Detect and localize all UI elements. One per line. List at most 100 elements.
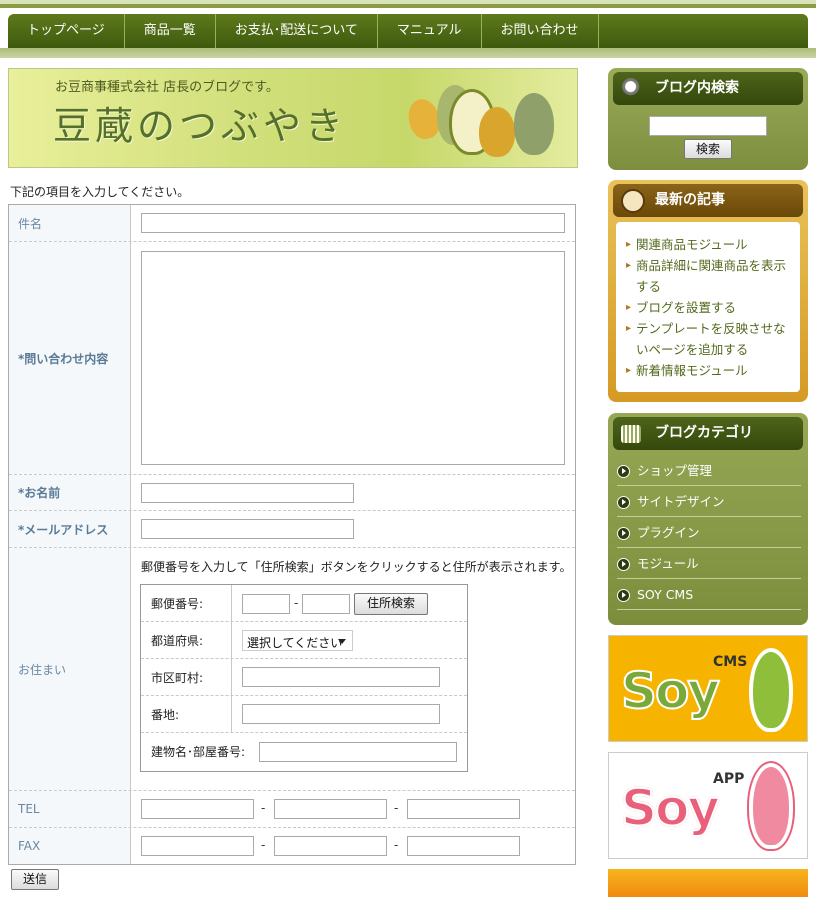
subject-label: 件名	[9, 205, 131, 241]
main-nav: トップページ 商品一覧 お支払･配送について マニュアル お問い合わせ	[8, 14, 808, 48]
blog-search-panel: ブログ内検索 検索	[608, 68, 808, 170]
city-input[interactable]	[242, 667, 440, 687]
city-label: 市区町村:	[141, 659, 232, 695]
recent-post-link[interactable]: テンプレートを反映させないページを追加する	[626, 318, 794, 360]
tel-separator: -	[394, 801, 399, 815]
name-row: *お名前	[9, 475, 575, 511]
fax-row: FAX - -	[9, 828, 575, 864]
form-intro: 下記の項目を入力してください。	[10, 185, 190, 199]
blog-category-title: ブログカテゴリ	[613, 417, 803, 450]
tel-row: TEL - -	[9, 791, 575, 828]
recent-posts-list: 関連商品モジュール 商品詳細に関連商品を表示する ブログを設置する テンプレート…	[616, 222, 800, 392]
soy-app-logo-text: Soy	[620, 778, 721, 838]
name-label: *お名前	[9, 475, 131, 510]
subject-row: 件名	[9, 205, 575, 242]
blog-search-input[interactable]	[649, 116, 767, 136]
recent-posts-panel: 最新の記事 関連商品モジュール 商品詳細に関連商品を表示する ブログを設置する …	[608, 180, 808, 402]
message-label: *問い合わせ内容	[9, 242, 131, 474]
category-link[interactable]: ショップ管理	[617, 455, 801, 486]
recent-posts-title-text: 最新の記事	[655, 192, 725, 208]
tel-label: TEL	[9, 791, 131, 827]
street-row: 番地:	[141, 696, 467, 733]
soy-bean-logo-icon	[749, 763, 793, 849]
recent-post-link[interactable]: 新着情報モジュール	[626, 360, 794, 381]
address-label: お住まい	[9, 548, 131, 790]
building-label: 建物名･部屋番号:	[151, 745, 246, 759]
soy-bean-logo-icon	[749, 648, 793, 732]
zip-first-input[interactable]	[242, 594, 290, 614]
blog-category-panel: ブログカテゴリ ショップ管理 サイトデザイン プラグイン モジュール SOY C…	[608, 413, 808, 625]
nav-underline	[0, 48, 816, 58]
prefecture-row: 都道府県: 選択してください	[141, 622, 467, 659]
address-note: 郵便番号を入力して「住所検索」ボタンをクリックすると住所が表示されます。	[141, 560, 572, 574]
bean-mascot-icon	[514, 93, 554, 155]
nav-item-products[interactable]: 商品一覧	[125, 14, 216, 48]
banner-subtitle: お豆商事種式会社 店長のブログです。	[55, 80, 279, 95]
fax-separator: -	[261, 838, 266, 852]
nav-item-top[interactable]: トップページ	[8, 14, 125, 48]
soy-cms-logo-text: Soy	[620, 661, 721, 721]
tel-part1-input[interactable]	[141, 799, 254, 819]
recent-post-link[interactable]: 関連商品モジュール	[626, 234, 794, 255]
magnifier-icon	[621, 77, 645, 101]
prefecture-label: 都道府県:	[141, 622, 232, 658]
nav-item-payment-shipping[interactable]: お支払･配送について	[216, 14, 378, 48]
submit-button[interactable]: 送信	[11, 869, 59, 890]
message-row: *問い合わせ内容	[9, 242, 575, 475]
prefecture-select[interactable]: 選択してください	[242, 630, 353, 651]
building-input[interactable]	[259, 742, 457, 762]
zip-search-button[interactable]: 住所検索	[354, 593, 428, 615]
banner-title: 豆蔵のつぶやき	[53, 104, 348, 148]
fax-part3-input[interactable]	[407, 836, 520, 856]
email-row: *メールアドレス	[9, 511, 575, 548]
recent-post-link[interactable]: ブログを設置する	[626, 297, 794, 318]
zip-label: 郵便番号:	[141, 585, 232, 621]
soy-app-banner[interactable]: Soy APP	[608, 752, 808, 859]
soy-cms-tag: CMS	[713, 654, 748, 670]
name-input[interactable]	[141, 483, 354, 503]
category-link[interactable]: SOY CMS	[617, 579, 801, 610]
prefecture-select-value: 選択してください	[247, 636, 343, 650]
blog-search-button[interactable]: 検索	[684, 139, 732, 159]
address-row: お住まい 郵便番号を入力して「住所検索」ボタンをクリックすると住所が表示されます…	[9, 548, 575, 791]
blog-category-title-text: ブログカテゴリ	[655, 425, 753, 441]
chevron-down-icon	[338, 639, 346, 644]
street-label: 番地:	[141, 696, 232, 732]
subject-input[interactable]	[141, 213, 565, 233]
tel-part3-input[interactable]	[407, 799, 520, 819]
zip-second-input[interactable]	[302, 594, 350, 614]
blog-category-list: ショップ管理 サイトデザイン プラグイン モジュール SOY CMS	[608, 455, 801, 610]
fax-label: FAX	[9, 828, 131, 864]
email-input[interactable]	[141, 519, 354, 539]
address-table: 郵便番号: - 住所検索 都道府県: 選択してください 市区町村: 番地: 建物…	[140, 584, 468, 772]
recent-posts-title: 最新の記事	[613, 184, 803, 217]
pencil-icon	[621, 189, 645, 213]
contact-form: 件名 *問い合わせ内容 *お名前 *メールアドレス お住まい 郵便番号を入力して…	[8, 204, 576, 865]
nav-item-manual[interactable]: マニュアル	[378, 14, 482, 48]
message-textarea[interactable]	[141, 251, 565, 465]
email-label: *メールアドレス	[9, 511, 131, 547]
category-link[interactable]: モジュール	[617, 548, 801, 579]
soy-cms-banner[interactable]: Soy CMS	[608, 635, 808, 742]
bean-mascot-icon	[479, 107, 515, 157]
recent-post-link[interactable]: 商品詳細に関連商品を表示する	[626, 255, 794, 297]
building-row: 建物名･部屋番号:	[141, 733, 467, 771]
street-input[interactable]	[242, 704, 440, 724]
category-link[interactable]: サイトデザイン	[617, 486, 801, 517]
fax-part1-input[interactable]	[141, 836, 254, 856]
box-icon	[621, 425, 641, 443]
zip-separator: -	[294, 596, 299, 610]
blog-banner: お豆商事種式会社 店長のブログです。 豆蔵のつぶやき	[8, 68, 578, 168]
tel-separator: -	[261, 801, 266, 815]
orange-ad-banner[interactable]	[608, 869, 808, 897]
tel-part2-input[interactable]	[274, 799, 387, 819]
category-link[interactable]: プラグイン	[617, 517, 801, 548]
fax-part2-input[interactable]	[274, 836, 387, 856]
blog-search-title: ブログ内検索	[613, 72, 803, 105]
zip-row: 郵便番号: - 住所検索	[141, 585, 467, 622]
fax-separator: -	[394, 838, 399, 852]
soy-app-tag: APP	[713, 771, 745, 787]
blog-search-title-text: ブログ内検索	[655, 80, 739, 96]
city-row: 市区町村:	[141, 659, 467, 696]
nav-item-contact[interactable]: お問い合わせ	[482, 14, 599, 48]
